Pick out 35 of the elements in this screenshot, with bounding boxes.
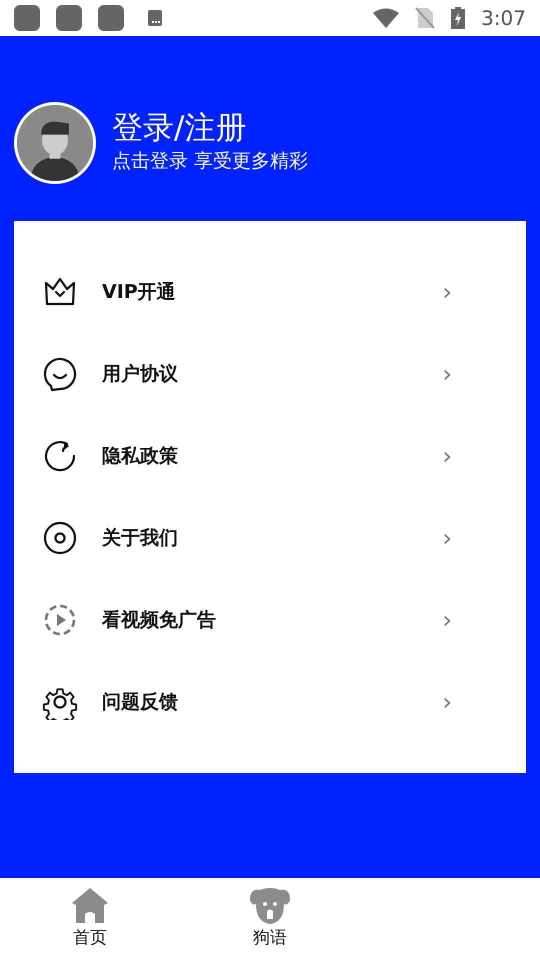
notification-icon [56, 5, 82, 31]
refresh-icon [42, 438, 78, 474]
login-title[interactable]: 登录/注册 [112, 110, 308, 148]
dog-face-icon [249, 886, 291, 926]
menu-item[interactable]: VIP开通 › [14, 251, 526, 333]
chevron-icon: › [442, 356, 452, 392]
login-subtitle: 点击登录 享受更多精彩 [112, 149, 308, 174]
nav-tab[interactable]: 首页 [0, 878, 180, 960]
menu-item[interactable]: 关于我们 › [14, 497, 526, 579]
menu-label: 隐私政策 [102, 444, 178, 469]
keyboard-icon [148, 10, 162, 26]
menu-label: 看视频免广告 [102, 608, 216, 633]
menu-label: 关于我们 [102, 526, 178, 551]
chat-icon [42, 356, 78, 392]
chevron-icon: › [442, 684, 452, 720]
menu-item[interactable]: 隐私政策 › [14, 415, 526, 497]
menu-label: 用户协议 [102, 362, 178, 387]
wifi-icon [373, 8, 400, 28]
battery-icon [451, 7, 466, 29]
menu-item[interactable]: 用户协议 › [14, 333, 526, 415]
menu-label: VIP开通 [102, 280, 176, 305]
notification-icon [14, 5, 40, 31]
menu-item[interactable]: 看视频免广告 › [14, 579, 526, 661]
menu-item[interactable]: 问题反馈 › [14, 661, 526, 743]
chevron-icon: › [442, 602, 452, 638]
nav-tab[interactable]: 狗语 [180, 878, 360, 960]
play-circle-icon [42, 602, 78, 638]
clock: 3:07 [481, 5, 526, 32]
chevron-icon: › [442, 520, 452, 556]
chevron-icon: › [442, 438, 452, 474]
disc-icon [42, 520, 78, 556]
chevron-icon: › [442, 274, 452, 310]
menu-label: 问题反馈 [102, 690, 178, 715]
no-sim-icon [415, 7, 436, 29]
notification-icon [98, 5, 124, 31]
